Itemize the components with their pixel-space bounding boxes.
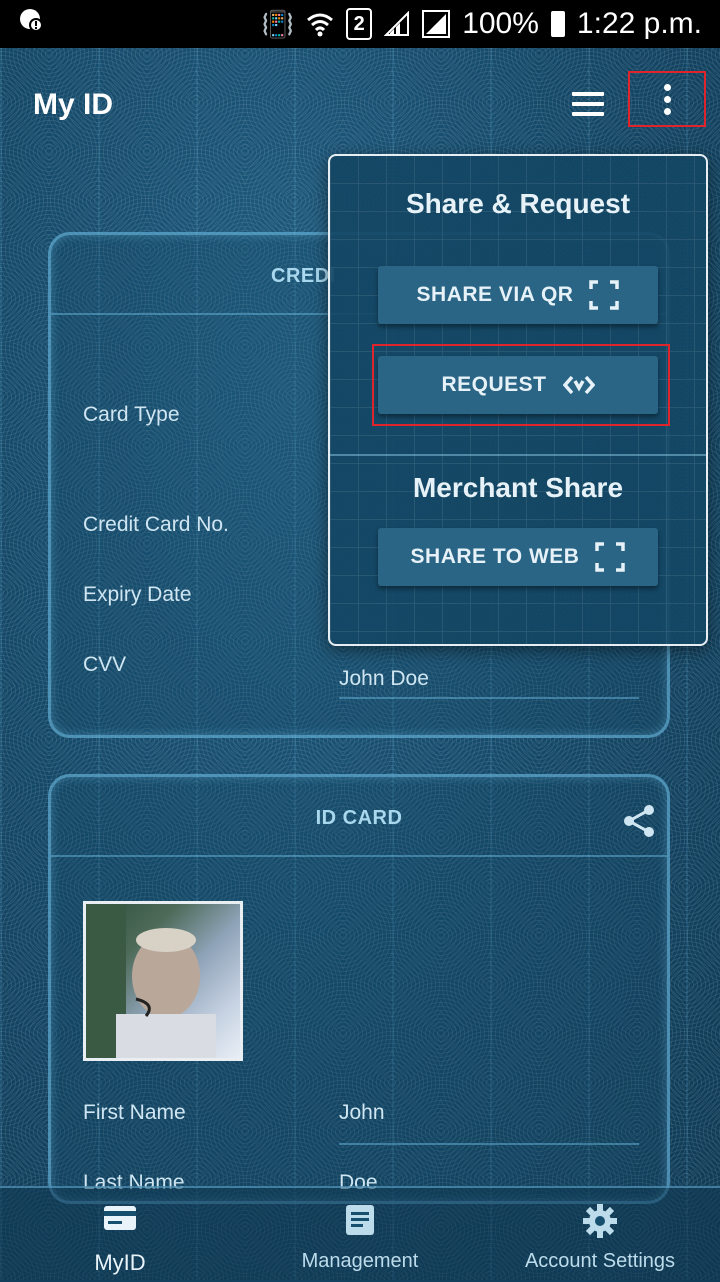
qr-scan-icon <box>595 542 626 572</box>
cvv-label: CVV <box>83 653 127 676</box>
share-request-heading: Share & Request <box>405 188 631 219</box>
sim-slot-badge: 2 <box>346 8 373 40</box>
battery-icon <box>550 11 565 37</box>
status-right: 📳 2 100% 1:22 p.m. <box>262 7 702 41</box>
vibrate-icon: 📳 <box>261 8 295 39</box>
battery-percent: 100% <box>462 7 539 40</box>
share-request-popup: Share & Request SHARE VIA QR REQUEST Mer… <box>328 154 708 646</box>
bottom-navigation: MyID Management Account Settings <box>0 1186 720 1282</box>
card-type-label: Card Type <box>83 403 180 426</box>
exchange-icon <box>562 375 595 395</box>
more-options-icon[interactable] <box>628 71 706 127</box>
request-button[interactable]: REQUEST <box>378 356 658 414</box>
clock: 1:22 p.m. <box>576 7 702 40</box>
nav-label-management: Management <box>301 1250 419 1272</box>
document-icon <box>346 1205 374 1235</box>
field-underline <box>339 1143 639 1145</box>
share-to-web-label: SHARE TO WEB <box>410 545 580 568</box>
status-bar: 📳 2 100% 1:22 p.m. <box>0 0 720 48</box>
first-name-value: John <box>339 1101 385 1124</box>
status-left <box>18 7 44 41</box>
expiry-date-label: Expiry Date <box>83 583 192 606</box>
page-title: My ID <box>33 88 114 121</box>
share-icon[interactable] <box>621 803 657 839</box>
nav-label-myid: MyID <box>94 1250 146 1275</box>
signal-icon-2 <box>422 10 451 38</box>
card-icon <box>104 1206 136 1230</box>
field-underline <box>339 697 639 699</box>
first-name-label: First Name <box>83 1101 186 1124</box>
notification-icon <box>20 9 43 32</box>
gear-icon <box>583 1204 617 1238</box>
popup-divider <box>330 454 706 456</box>
share-via-qr-button[interactable]: SHARE VIA QR <box>378 266 658 324</box>
request-label: REQUEST <box>441 373 547 396</box>
share-via-qr-label: SHARE VIA QR <box>416 283 574 306</box>
card-number-label: Credit Card No. <box>83 513 229 536</box>
id-card-panel: ID CARD First Name John Last Name Doe <box>48 774 670 1204</box>
qr-scan-icon <box>589 280 620 310</box>
nav-item-myid[interactable]: MyID <box>0 1188 240 1282</box>
signal-icon <box>384 11 410 36</box>
profile-photo <box>83 901 243 1061</box>
share-to-web-button[interactable]: SHARE TO WEB <box>378 528 658 586</box>
card-title: ID CARD <box>315 807 403 829</box>
nav-item-account-settings[interactable]: Account Settings <box>480 1188 720 1282</box>
cvv-value: John Doe <box>339 667 429 690</box>
nav-label-account-settings: Account Settings <box>524 1250 676 1272</box>
nav-item-management[interactable]: Management <box>240 1188 480 1282</box>
hamburger-menu-icon[interactable] <box>572 92 604 116</box>
profile-photo-graphic <box>86 904 216 1058</box>
merchant-share-heading: Merchant Share <box>412 472 624 503</box>
wifi-icon <box>307 13 334 37</box>
card-header: ID CARD <box>51 777 667 857</box>
app-bar: My ID <box>0 48 720 162</box>
